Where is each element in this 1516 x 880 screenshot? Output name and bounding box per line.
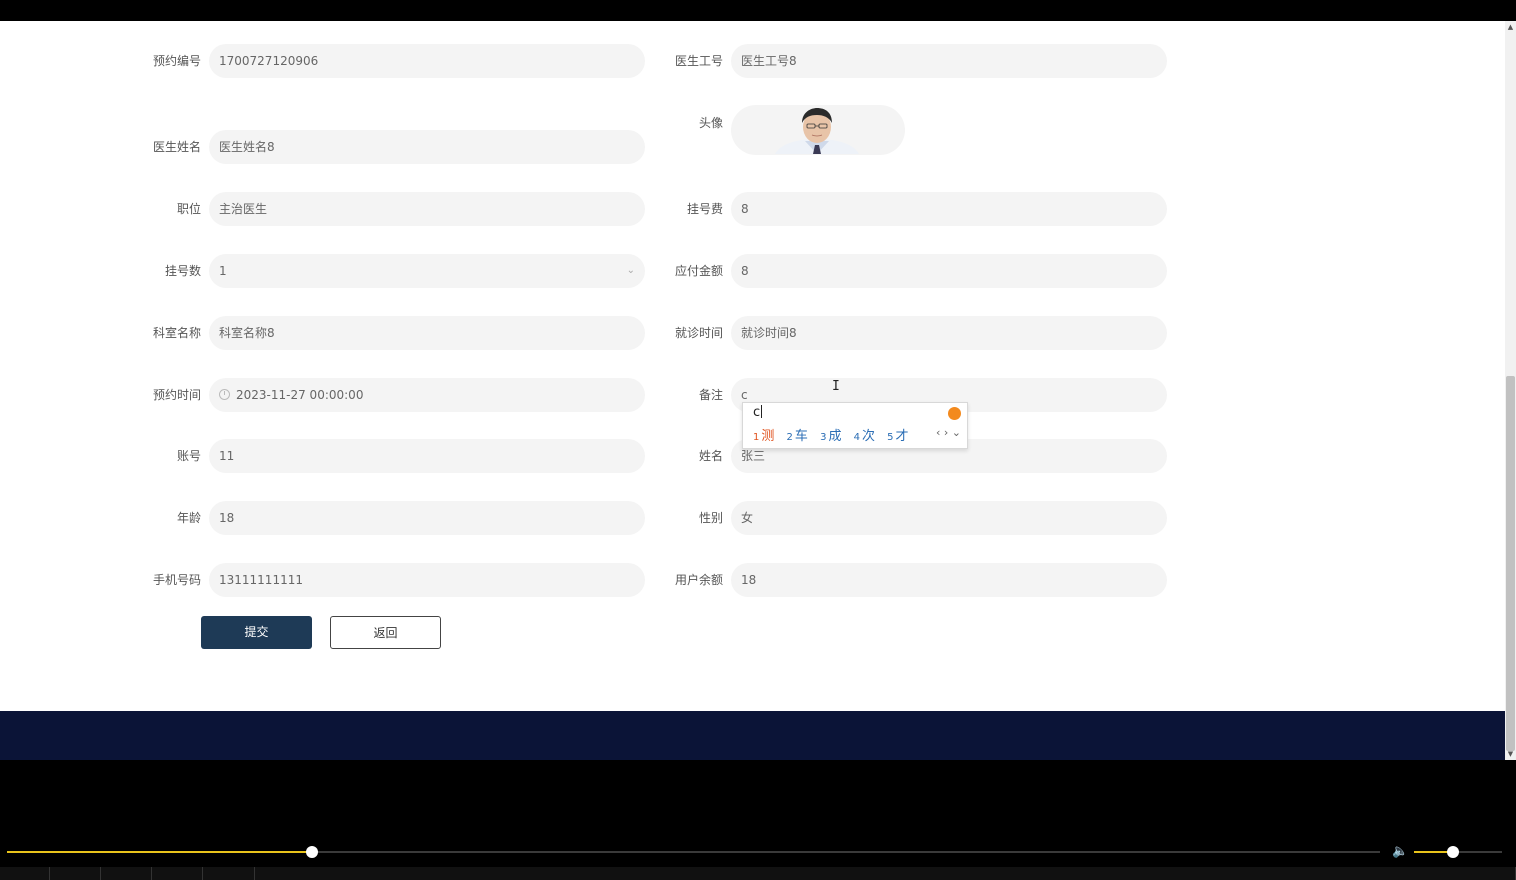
ime-candidate-popup: c 1测 2车 3成 4次 5才 ‹ › ⌄ bbox=[742, 402, 968, 449]
label-visit-time: 就诊时间 bbox=[674, 326, 723, 340]
account-field[interactable]: 11 bbox=[209, 439, 645, 473]
gender-field[interactable]: 女 bbox=[731, 501, 1167, 535]
registration-count-value: 1 bbox=[219, 264, 227, 278]
label-appointment-no: 预约编号 bbox=[152, 54, 201, 68]
label-gender: 性别 bbox=[698, 511, 723, 525]
label-department: 科室名称 bbox=[152, 326, 201, 340]
balance-field[interactable]: 18 bbox=[731, 563, 1167, 597]
progress-played bbox=[7, 851, 312, 853]
taskbar-item[interactable] bbox=[101, 867, 152, 880]
phone-field[interactable]: 13111111111 bbox=[209, 563, 645, 597]
taskbar-item[interactable] bbox=[152, 867, 203, 880]
taskbar-item[interactable] bbox=[50, 867, 101, 880]
ime-candidate[interactable]: 4次 bbox=[854, 429, 875, 444]
label-age: 年龄 bbox=[176, 511, 201, 525]
ime-composition: c bbox=[753, 405, 763, 420]
visit-time-field[interactable]: 就诊时间8 bbox=[731, 316, 1167, 350]
position-field[interactable]: 主治医生 bbox=[209, 192, 645, 226]
scroll-thumb[interactable] bbox=[1506, 376, 1515, 751]
ime-candidate[interactable]: 5才 bbox=[887, 429, 908, 444]
submit-button[interactable]: 提交 bbox=[201, 616, 312, 649]
label-doctor-name: 医生姓名 bbox=[152, 140, 201, 154]
label-balance: 用户余额 bbox=[674, 573, 723, 587]
text-cursor-icon: I bbox=[832, 379, 840, 394]
ime-candidate[interactable]: 3成 bbox=[820, 429, 841, 444]
video-player-controls: 🔈 bbox=[0, 760, 1516, 880]
page-viewport: 预约编号 1700727120906 医生工号 医生工号8 医生姓名 医生姓名8… bbox=[0, 21, 1505, 760]
taskbar-item[interactable] bbox=[0, 867, 50, 880]
label-avatar: 头像 bbox=[698, 116, 723, 130]
volume-knob[interactable] bbox=[1446, 846, 1459, 858]
amount-due-field[interactable]: 8 bbox=[731, 254, 1167, 288]
appointment-no-field[interactable]: 1700727120906 bbox=[209, 44, 645, 78]
label-remarks: 备注 bbox=[698, 388, 723, 402]
ime-candidate[interactable]: 2车 bbox=[787, 429, 808, 444]
label-amount-due: 应付金额 bbox=[674, 264, 723, 278]
registration-fee-field[interactable]: 8 bbox=[731, 192, 1167, 226]
appointment-time-picker[interactable]: 2023-11-27 00:00:00 bbox=[209, 378, 645, 412]
volume-slider[interactable] bbox=[1414, 846, 1502, 858]
label-account: 账号 bbox=[176, 449, 201, 463]
doctor-id-field[interactable]: 医生工号8 bbox=[731, 44, 1167, 78]
registration-count-select[interactable]: 1 ⌄ bbox=[209, 254, 645, 288]
label-name: 姓名 bbox=[698, 449, 723, 463]
volume-icon[interactable]: 🔈 bbox=[1392, 844, 1408, 859]
ime-candidate[interactable]: 1测 bbox=[753, 429, 774, 444]
taskbar-item[interactable] bbox=[1464, 867, 1516, 880]
chevron-down-icon: ⌄ bbox=[626, 265, 635, 276]
department-field[interactable]: 科室名称8 bbox=[209, 316, 645, 350]
avatar-upload[interactable] bbox=[731, 105, 905, 155]
appointment-time-value: 2023-11-27 00:00:00 bbox=[236, 388, 364, 402]
label-doctor-id: 医生工号 bbox=[674, 54, 723, 68]
scroll-down-icon[interactable]: ▼ bbox=[1505, 748, 1516, 760]
doctor-avatar-image bbox=[769, 107, 865, 154]
page-footer bbox=[0, 711, 1505, 760]
clock-icon bbox=[219, 389, 230, 400]
progress-knob[interactable] bbox=[305, 846, 318, 858]
age-field[interactable]: 18 bbox=[209, 501, 645, 535]
label-position: 职位 bbox=[176, 202, 201, 216]
ime-logo-icon bbox=[948, 407, 961, 420]
doctor-name-field[interactable]: 医生姓名8 bbox=[209, 130, 645, 164]
back-button[interactable]: 返回 bbox=[330, 616, 441, 649]
label-registration-fee: 挂号费 bbox=[686, 202, 723, 216]
ime-candidate-list: 1测 2车 3成 4次 5才 bbox=[753, 425, 917, 444]
page-scrollbar[interactable]: ▲ ▼ bbox=[1505, 21, 1516, 760]
progress-bar[interactable] bbox=[7, 846, 1380, 858]
taskbar-item[interactable] bbox=[203, 867, 255, 880]
taskbar bbox=[0, 867, 1516, 880]
scroll-up-icon[interactable]: ▲ bbox=[1505, 21, 1516, 33]
ime-page-nav[interactable]: ‹ › ⌄ bbox=[936, 426, 961, 439]
label-appointment-time: 预约时间 bbox=[152, 388, 201, 402]
label-registration-count: 挂号数 bbox=[164, 264, 201, 278]
label-phone: 手机号码 bbox=[152, 573, 201, 587]
